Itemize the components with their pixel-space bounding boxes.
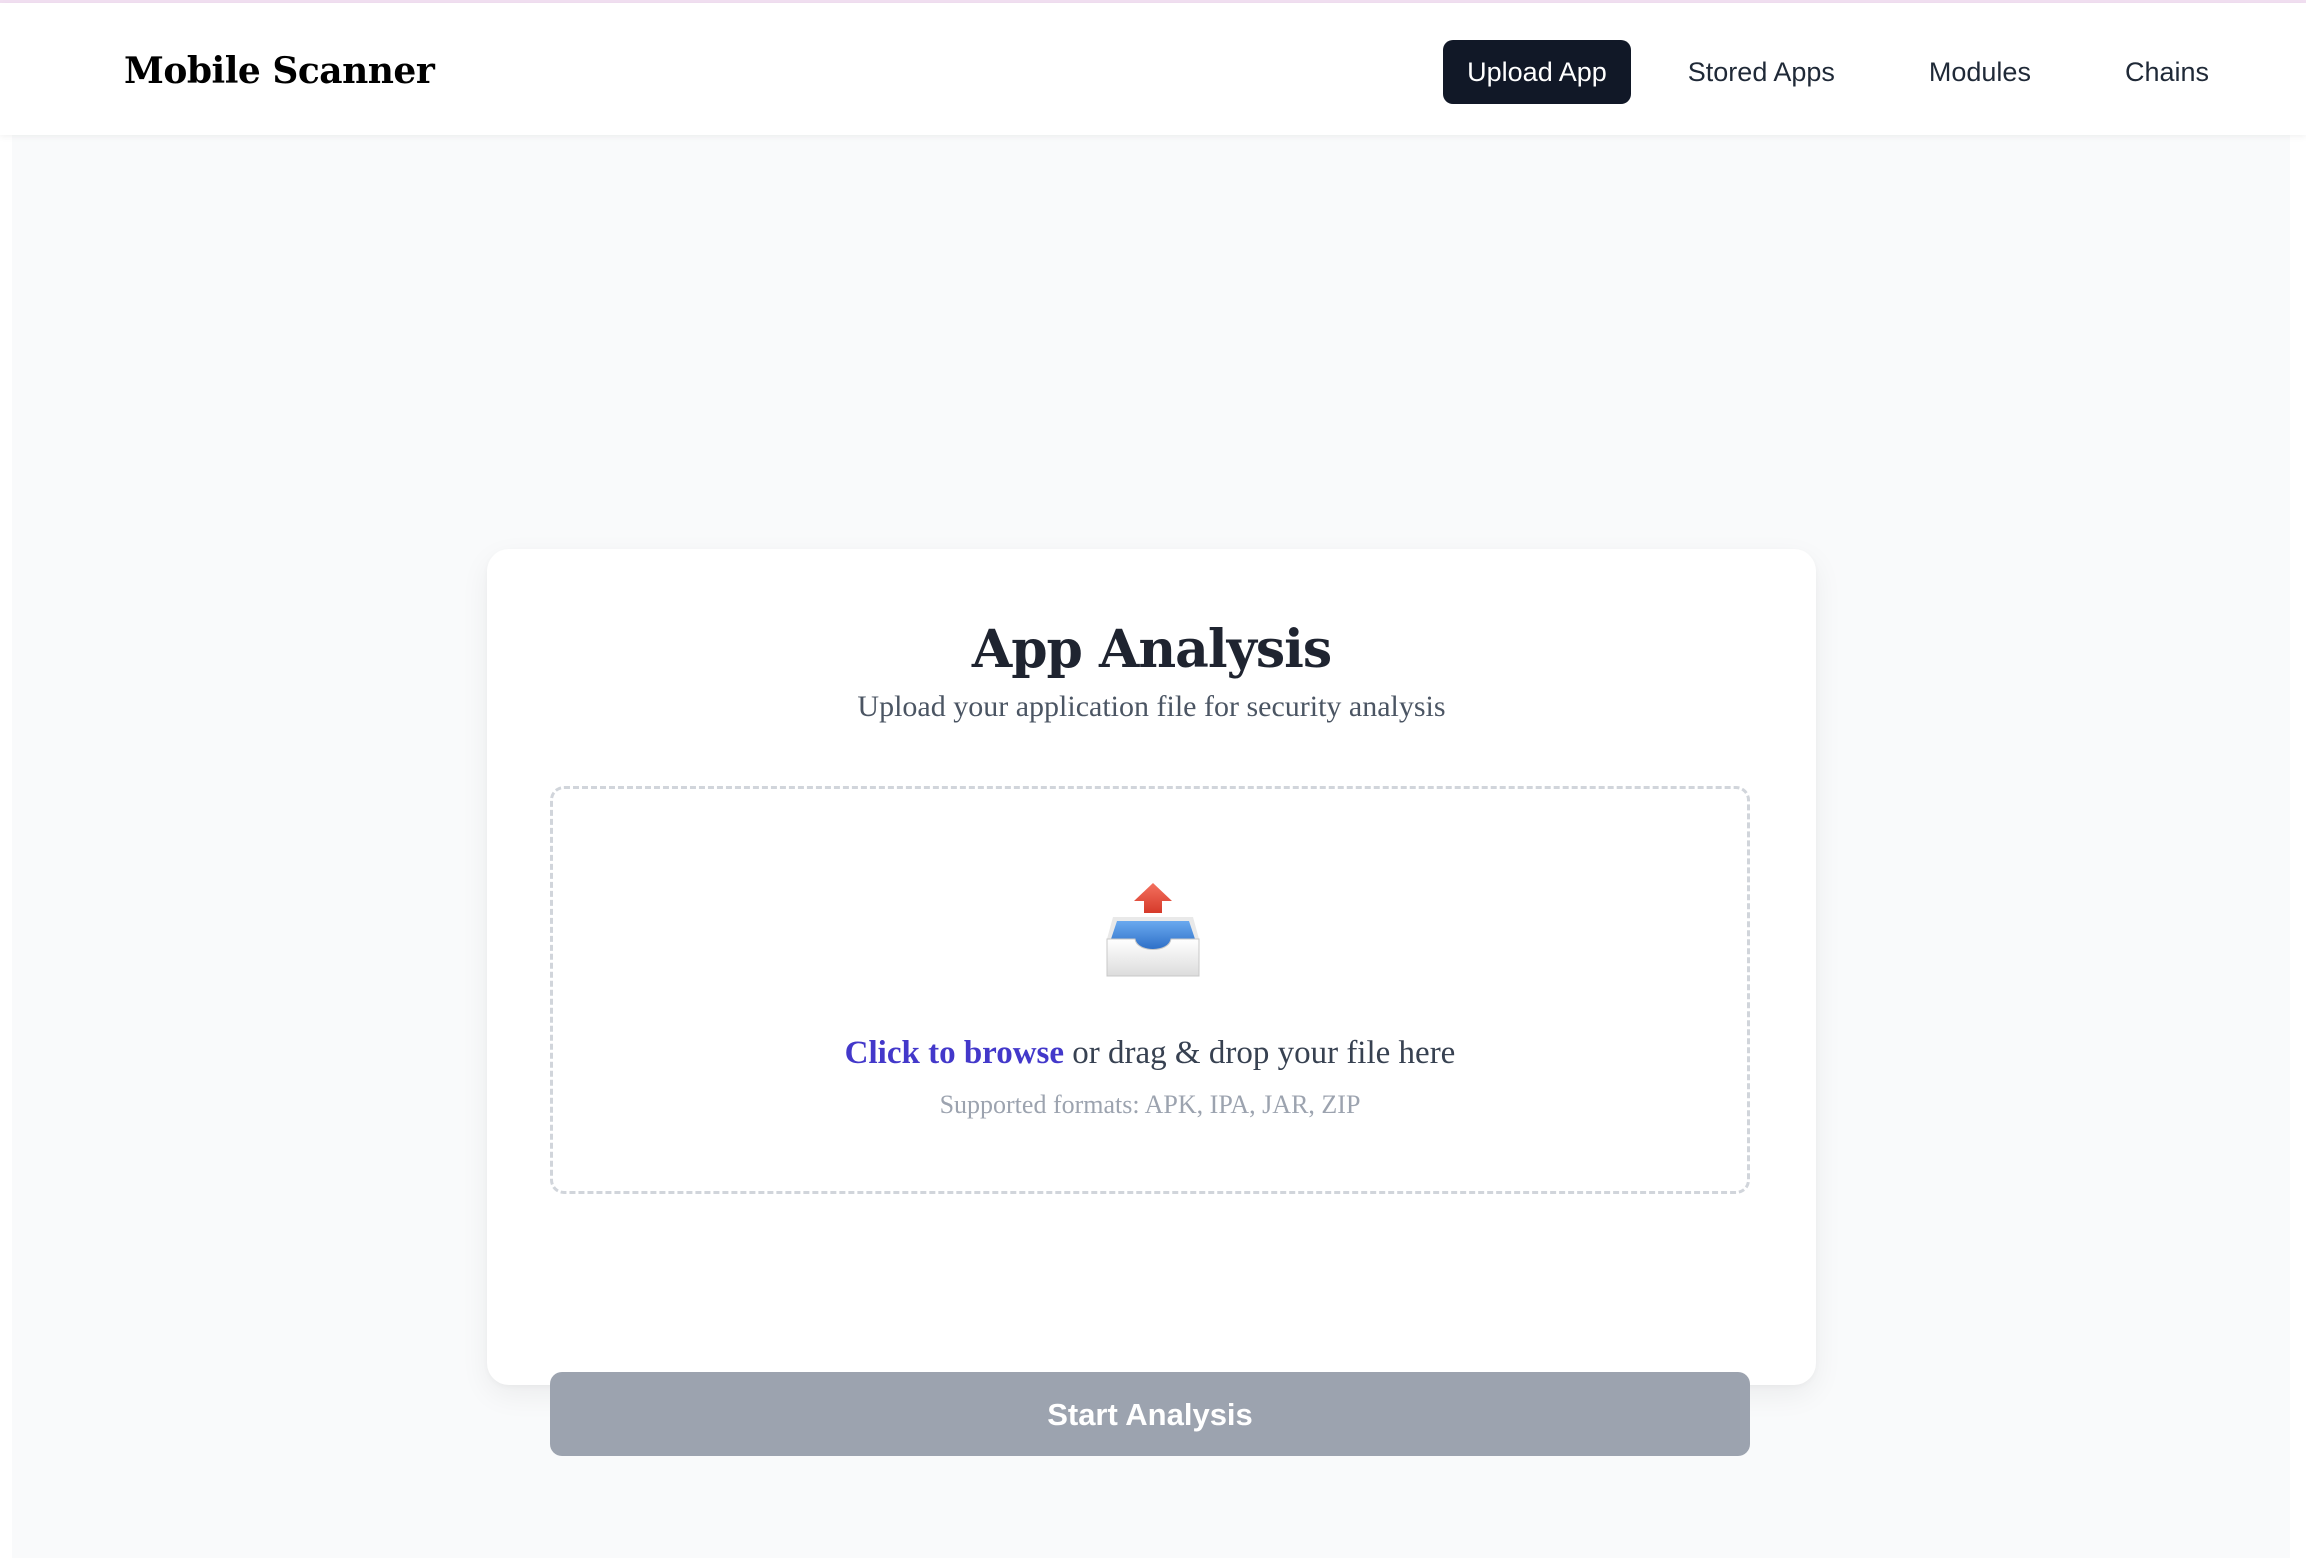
nav-chains[interactable]: Chains bbox=[2088, 40, 2246, 104]
nav-modules[interactable]: Modules bbox=[1892, 40, 2068, 104]
drop-instructions: Click to browse or drag & drop your file… bbox=[553, 1031, 1747, 1075]
page-title: App Analysis bbox=[971, 619, 1332, 680]
page-subtitle: Upload your application file for securit… bbox=[857, 690, 1446, 723]
main-content: App Analysis Upload your application fil… bbox=[12, 135, 2290, 1558]
nav-stored-apps[interactable]: Stored Apps bbox=[1651, 40, 1872, 104]
brand-logo[interactable]: Mobile Scanner bbox=[124, 43, 435, 99]
file-dropzone[interactable]: Click to browse or drag & drop your file… bbox=[550, 786, 1750, 1194]
nav-upload-app[interactable]: Upload App bbox=[1443, 40, 1631, 104]
browse-link[interactable]: Click to browse bbox=[845, 1035, 1064, 1071]
nav-links: Upload App Stored Apps Modules Chains bbox=[1443, 40, 2246, 104]
navbar: Mobile Scanner Upload App Stored Apps Mo… bbox=[0, 3, 2306, 135]
supported-formats: Supported formats: APK, IPA, JAR, ZIP bbox=[939, 1090, 1361, 1119]
outbox-tray-icon bbox=[1106, 883, 1200, 977]
drop-text: or drag & drop your file here bbox=[1064, 1035, 1456, 1071]
upload-card: App Analysis Upload your application fil… bbox=[487, 549, 1816, 1456]
start-analysis-button[interactable]: Start Analysis bbox=[550, 1372, 1750, 1456]
